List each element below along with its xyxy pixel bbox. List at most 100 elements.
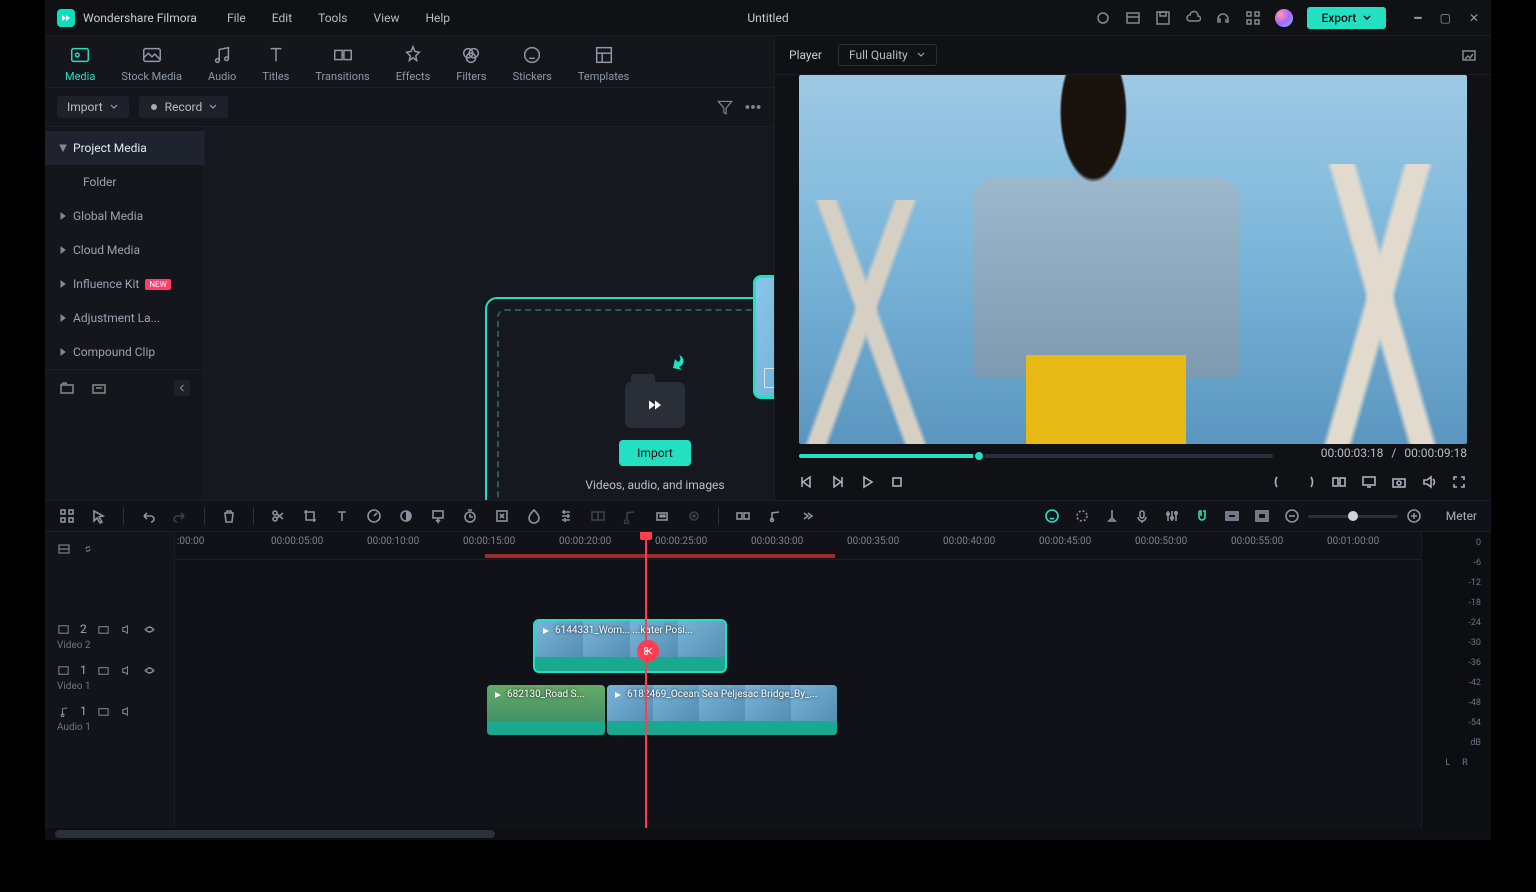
audio-sync-icon[interactable] xyxy=(767,508,783,524)
stop-icon[interactable] xyxy=(889,474,905,490)
smile-icon[interactable] xyxy=(1044,508,1060,524)
crop-icon[interactable] xyxy=(302,508,318,524)
tab-titles[interactable]: Titles xyxy=(262,44,289,83)
sidebar-item-influence-kit[interactable]: Influence KitNEW xyxy=(45,267,204,301)
window-close[interactable]: ✕ xyxy=(1469,11,1479,25)
clip-v1-b[interactable]: 6182469_Ocean Sea Peljesac Bridge_By_... xyxy=(607,685,837,735)
window-maximize[interactable]: ▢ xyxy=(1440,11,1451,25)
media-area[interactable]: Import Videos, audio, and images 00:00:0… xyxy=(205,127,774,500)
playhead[interactable] xyxy=(645,532,647,828)
import-button[interactable]: Import xyxy=(619,440,691,466)
tab-stock-media[interactable]: Stock Media xyxy=(121,44,182,83)
dropzone[interactable]: Import Videos, audio, and images xyxy=(497,309,774,500)
zoom-control[interactable] xyxy=(1284,508,1422,524)
enhance-icon[interactable] xyxy=(1074,508,1090,524)
group-icon[interactable] xyxy=(590,508,606,524)
sidebar-item-cloud-media[interactable]: Cloud Media xyxy=(45,233,204,267)
detach-audio-icon[interactable] xyxy=(622,508,638,524)
mark-split-icon[interactable] xyxy=(735,508,751,524)
clip-v1-a[interactable]: 682130_Road S... xyxy=(487,685,605,735)
filter-icon[interactable] xyxy=(716,98,734,116)
track-head-audio1[interactable]: 1 Audio 1 xyxy=(45,698,174,739)
redo-icon[interactable] xyxy=(172,508,188,524)
layout-icon[interactable] xyxy=(1125,10,1141,26)
tab-media[interactable]: Media xyxy=(65,44,95,83)
track-head-video2[interactable]: 2 Video 2 xyxy=(45,616,174,657)
export-button[interactable]: Export xyxy=(1307,7,1386,29)
quality-dropdown[interactable]: Full Quality xyxy=(838,44,937,66)
headset-icon[interactable] xyxy=(1215,10,1231,26)
track-video2[interactable]: 6144331_Wom... ...kater Posi... xyxy=(175,618,1421,674)
tracking-icon[interactable] xyxy=(686,508,702,524)
cloud-icon[interactable] xyxy=(1185,10,1201,26)
media-thumbnail[interactable]: 00:00:09 ✓ xyxy=(753,275,774,399)
window-minimize[interactable]: ━ xyxy=(1414,11,1421,25)
sidebar-item-adjustment-layer[interactable]: Adjustment La... xyxy=(45,301,204,335)
zoom-out-icon[interactable] xyxy=(1284,508,1300,524)
duration-icon[interactable] xyxy=(462,508,478,524)
menu-view[interactable]: View xyxy=(374,11,400,25)
step-fwd-icon[interactable] xyxy=(829,474,845,490)
mixer-icon[interactable] xyxy=(1164,508,1180,524)
more-icon[interactable] xyxy=(744,98,762,116)
color-icon[interactable] xyxy=(398,508,414,524)
menu-help[interactable]: Help xyxy=(425,11,450,25)
preview-viewport[interactable] xyxy=(799,75,1467,444)
collapse-sidebar-icon[interactable] xyxy=(174,380,190,396)
add-track-icon[interactable] xyxy=(57,542,71,556)
arrange-icon[interactable] xyxy=(59,508,75,524)
split-icon[interactable] xyxy=(270,508,286,524)
import-dropdown[interactable]: Import xyxy=(57,96,129,118)
save-icon[interactable] xyxy=(1155,10,1171,26)
safe-area-icon[interactable] xyxy=(1254,508,1270,524)
marker-icon[interactable] xyxy=(1104,508,1120,524)
apps-icon[interactable] xyxy=(1245,10,1261,26)
undo-icon[interactable] xyxy=(140,508,156,524)
voiceover-icon[interactable] xyxy=(1134,508,1150,524)
meter-label[interactable]: Meter xyxy=(1446,509,1477,523)
track-video1[interactable]: 682130_Road S... 6182469_Ocean Sea Pelje… xyxy=(175,682,1421,738)
track-head-video1[interactable]: 1 Video 1 xyxy=(45,657,174,698)
display-icon[interactable] xyxy=(1361,474,1377,490)
zoom-in-icon[interactable] xyxy=(1406,508,1422,524)
snapshot-mode-icon[interactable] xyxy=(1461,47,1477,63)
delete-icon[interactable] xyxy=(221,508,237,524)
ai-icon[interactable] xyxy=(654,508,670,524)
tab-effects[interactable]: Effects xyxy=(396,44,431,83)
magnet-icon[interactable] xyxy=(1194,508,1210,524)
tab-templates[interactable]: Templates xyxy=(578,44,629,83)
mark-in-icon[interactable] xyxy=(1271,474,1287,490)
tab-stickers[interactable]: Stickers xyxy=(513,44,552,83)
new-folder-icon[interactable] xyxy=(59,380,75,396)
sidebar-item-project-media[interactable]: Project Media xyxy=(45,131,204,165)
render-icon[interactable] xyxy=(1224,508,1240,524)
fullscreen-icon[interactable] xyxy=(1451,474,1467,490)
adjust-icon[interactable] xyxy=(558,508,574,524)
overflow-icon[interactable] xyxy=(799,508,815,524)
play-icon[interactable] xyxy=(859,474,875,490)
new-bin-icon[interactable] xyxy=(91,380,107,396)
tab-transitions[interactable]: Transitions xyxy=(315,44,369,83)
chroma-icon[interactable] xyxy=(526,508,542,524)
compare-icon[interactable] xyxy=(1331,474,1347,490)
clip-v2[interactable]: 6144331_Wom... ...kater Posi... xyxy=(535,621,725,671)
sidebar-item-compound-clip[interactable]: Compound Clip xyxy=(45,335,204,369)
keyframe-down-icon[interactable] xyxy=(430,508,446,524)
select-tool-icon[interactable] xyxy=(91,508,107,524)
autofit-icon[interactable] xyxy=(494,508,510,524)
volume-icon[interactable] xyxy=(1421,474,1437,490)
scrub-bar[interactable] xyxy=(799,454,1273,458)
record-status-icon[interactable] xyxy=(1095,10,1111,26)
mark-out-icon[interactable] xyxy=(1301,474,1317,490)
speed-icon[interactable] xyxy=(366,508,382,524)
link-icon[interactable] xyxy=(81,542,95,556)
tab-audio[interactable]: Audio xyxy=(208,44,236,83)
timeline-tracks[interactable]: :00:00 00:00:05:00 00:00:10:00 00:00:15:… xyxy=(175,532,1421,828)
track-audio1[interactable] xyxy=(175,746,1421,776)
step-back-icon[interactable] xyxy=(799,474,815,490)
menu-file[interactable]: File xyxy=(227,11,246,25)
camera-icon[interactable] xyxy=(1391,474,1407,490)
tab-filters[interactable]: Filters xyxy=(456,44,486,83)
text-icon[interactable] xyxy=(334,508,350,524)
menu-tools[interactable]: Tools xyxy=(318,11,347,25)
